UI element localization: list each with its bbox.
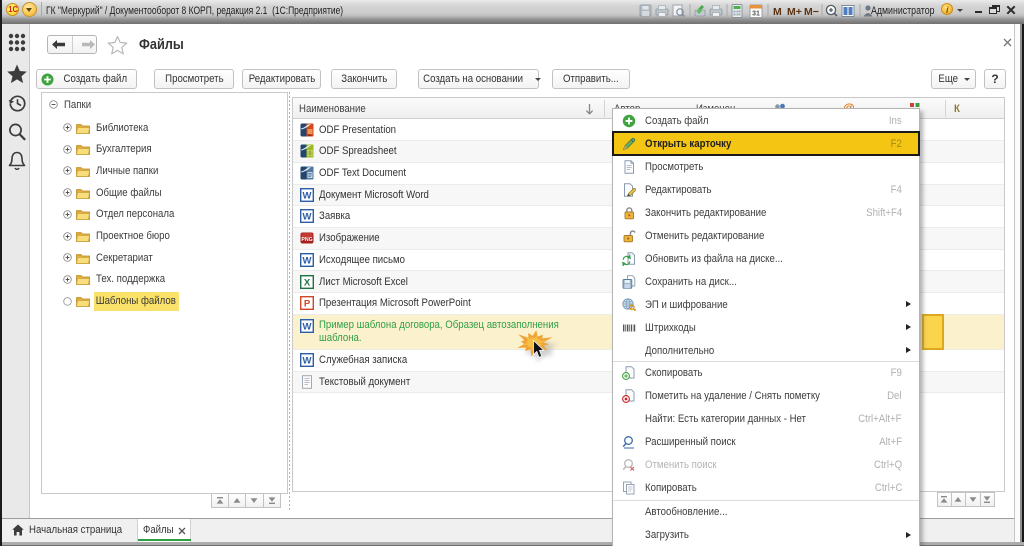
svg-text:M−: M− bbox=[804, 6, 819, 18]
svg-text:31: 31 bbox=[752, 11, 760, 18]
svg-text:M: M bbox=[773, 6, 782, 18]
svg-text:M+: M+ bbox=[787, 6, 802, 18]
